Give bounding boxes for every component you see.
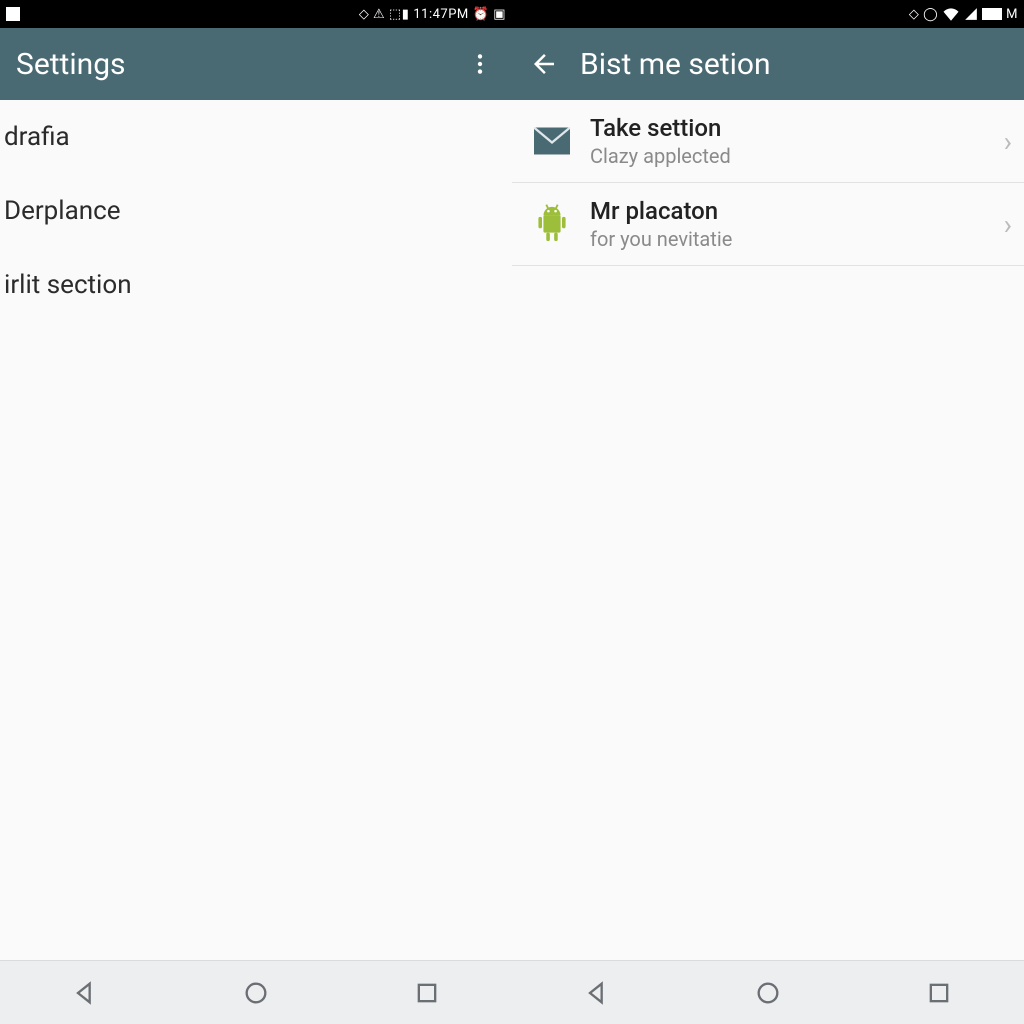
settings-list: drafia Derplance irlit section xyxy=(0,100,512,960)
settings-item-label: drafia xyxy=(4,122,70,152)
list-item-title: Take settion xyxy=(590,114,996,142)
status-right-label: M xyxy=(1006,7,1018,22)
circle-home-icon xyxy=(242,979,270,1007)
status-bar-left: ◇ ⚠ ⬚▮ 11:47PM ⏰ ▣ xyxy=(0,0,512,28)
wifi-icon xyxy=(942,7,960,21)
chevron-right-icon: › xyxy=(996,208,1012,241)
left-screen: ◇ ⚠ ⬚▮ 11:47PM ⏰ ▣ Settings drafia Derpl… xyxy=(0,0,512,1024)
right-screen: ◇ ◯ M Bist me setion xyxy=(512,0,1024,1024)
status-misc-icons: ◇ ⚠ ⬚▮ xyxy=(359,7,410,22)
page-title: Settings xyxy=(12,47,460,82)
app-bar-left: Settings xyxy=(0,28,512,100)
nav-home-button[interactable] xyxy=(226,969,286,1017)
settings-item-0[interactable]: drafia xyxy=(0,100,512,174)
status-bar-right: ◇ ◯ M xyxy=(512,0,1024,28)
square-recents-icon xyxy=(413,979,441,1007)
battery-icon xyxy=(982,8,1002,20)
list-item-0[interactable]: Take settion Clazy applected › xyxy=(512,100,1024,183)
android-icon xyxy=(534,204,570,244)
settings-item-label: Derplance xyxy=(4,196,120,226)
list-item-title: Mr placaton xyxy=(590,197,996,225)
more-vert-icon xyxy=(467,51,493,77)
settings-item-2[interactable]: irlit section xyxy=(0,248,512,322)
list-item-subtitle: Clazy applected xyxy=(590,144,996,168)
nav-back-button[interactable] xyxy=(567,969,627,1017)
status-time: 11:47PM xyxy=(413,7,468,22)
mail-icon xyxy=(534,127,570,155)
chevron-right-icon: › xyxy=(996,125,1012,158)
status-icon xyxy=(6,7,20,21)
settings-item-label: irlit section xyxy=(4,270,132,300)
back-button[interactable] xyxy=(524,44,564,84)
dual-screen-container: ◇ ⚠ ⬚▮ 11:47PM ⏰ ▣ Settings drafia Derpl… xyxy=(0,0,1024,1024)
settings-item-1[interactable]: Derplance xyxy=(0,174,512,248)
square-recents-icon xyxy=(925,979,953,1007)
status-icons-right2: ◇ ◯ xyxy=(909,7,938,22)
page-title: Bist me setion xyxy=(576,47,1012,82)
app-bar-right: Bist me setion xyxy=(512,28,1024,100)
triangle-back-icon xyxy=(583,979,611,1007)
list-item-subtitle: for you nevitatie xyxy=(590,227,996,251)
overflow-menu-button[interactable] xyxy=(460,44,500,84)
nav-bar-right xyxy=(512,960,1024,1024)
nav-home-button[interactable] xyxy=(738,969,798,1017)
arrow-back-icon xyxy=(529,49,559,79)
detail-list: Take settion Clazy applected › xyxy=(512,100,1024,960)
signal-icon xyxy=(964,7,978,21)
nav-bar-left xyxy=(0,960,512,1024)
status-icons-right: ⏰ ▣ xyxy=(473,7,506,22)
nav-recents-button[interactable] xyxy=(397,969,457,1017)
nav-recents-button[interactable] xyxy=(909,969,969,1017)
list-item-1[interactable]: Mr placaton for you nevitatie › xyxy=(512,183,1024,266)
triangle-back-icon xyxy=(71,979,99,1007)
nav-back-button[interactable] xyxy=(55,969,115,1017)
circle-home-icon xyxy=(754,979,782,1007)
